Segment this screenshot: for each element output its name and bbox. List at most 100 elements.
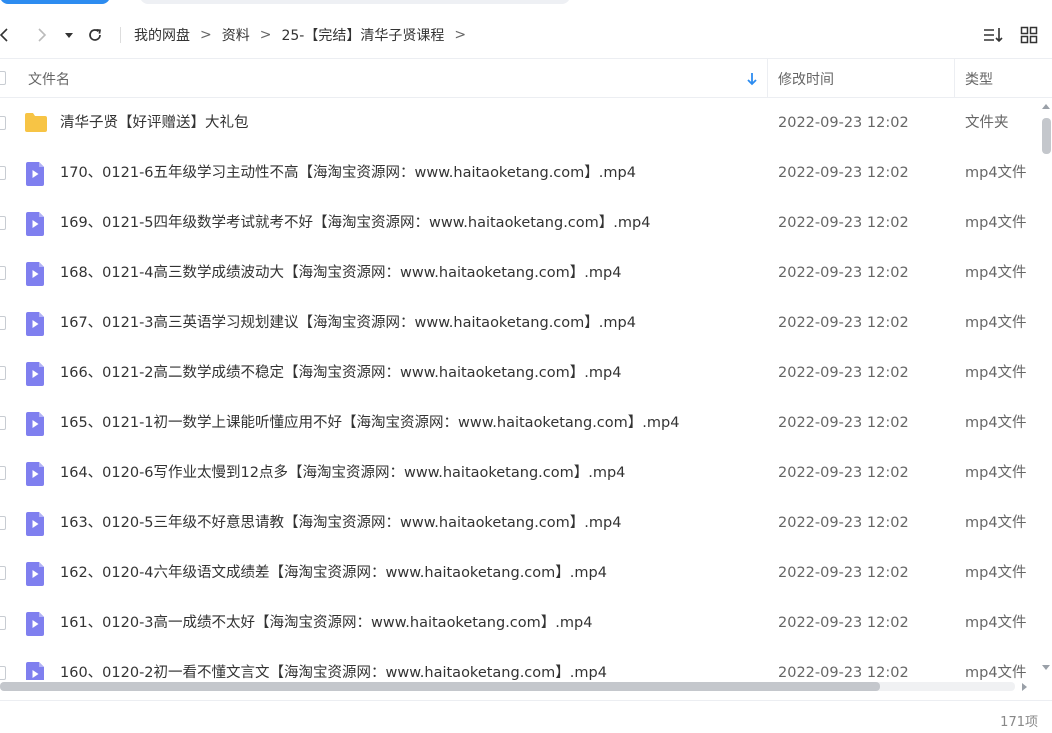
file-name[interactable]: 161、0120-3高一成绩不太好【海淘宝资源网：www.haitaoketan…	[60, 598, 592, 648]
item-count: 171项	[1000, 715, 1038, 730]
file-name[interactable]: 160、0120-2初一看不懂文言文【海淘宝资源网：www.haitaoketa…	[60, 648, 607, 680]
active-tab-indicator[interactable]	[0, 0, 110, 4]
video-file-icon	[24, 262, 46, 286]
column-header-name[interactable]: 文件名	[28, 59, 70, 98]
row-checkbox[interactable]	[0, 566, 6, 580]
file-name[interactable]: 163、0120-5三年级不好意思请教【海淘宝资源网：www.haitaoket…	[60, 498, 621, 548]
file-list-header: 文件名 修改时间 类型	[0, 58, 1052, 98]
row-checkbox[interactable]	[0, 616, 6, 630]
file-row[interactable]: 166、0121-2高二数学成绩不稳定【海淘宝资源网：www.haitaoket…	[0, 348, 1040, 398]
file-name[interactable]: 162、0120-4六年级语文成绩差【海淘宝资源网：www.haitaoketa…	[60, 548, 607, 598]
file-row[interactable]: 165、0121-1初一数学上课能听懂应用不好【海淘宝资源网：www.haita…	[0, 398, 1040, 448]
top-strip	[0, 0, 1052, 6]
column-header-type[interactable]: 类型	[965, 59, 993, 98]
breadcrumb-separator: >	[454, 27, 467, 43]
file-modified-date: 2022-09-23 12:02	[778, 515, 909, 531]
file-row[interactable]: 169、0121-5四年级数学考试就考不好【海淘宝资源网：www.haitaok…	[0, 198, 1040, 248]
row-checkbox[interactable]	[0, 466, 6, 480]
inactive-tab-indicator[interactable]	[140, 0, 570, 4]
file-name[interactable]: 清华子贤【好评赠送】大礼包	[60, 98, 249, 148]
column-divider[interactable]	[767, 59, 768, 98]
file-type: mp4文件	[965, 565, 1027, 581]
view-controls	[982, 24, 1040, 46]
file-row[interactable]: 160、0120-2初一看不懂文言文【海淘宝资源网：www.haitaoketa…	[0, 648, 1040, 680]
breadcrumb-item-materials[interactable]: 资料	[222, 25, 250, 45]
grid-icon	[1020, 26, 1038, 44]
file-name[interactable]: 168、0121-4高三数学成绩波动大【海淘宝资源网：www.haitaoket…	[60, 248, 621, 298]
file-type: mp4文件	[965, 415, 1027, 431]
navigation-bar: 我的网盘 > 资料 > 25-【完结】清华子贤课程 >	[0, 12, 1052, 58]
file-list: 清华子贤【好评赠送】大礼包 2022-09-23 12:02 文件夹 170、0121…	[0, 98, 1040, 680]
scroll-down-arrow-icon[interactable]	[1042, 665, 1050, 670]
file-type: mp4文件	[965, 315, 1027, 331]
sort-button[interactable]	[982, 24, 1004, 46]
file-modified-date: 2022-09-23 12:02	[778, 165, 909, 181]
video-file-icon	[24, 412, 46, 436]
scroll-right-arrow-icon[interactable]	[1022, 683, 1027, 691]
file-name[interactable]: 165、0121-1初一数学上课能听懂应用不好【海淘宝资源网：www.haita…	[60, 398, 679, 448]
back-button[interactable]	[0, 24, 16, 46]
row-checkbox[interactable]	[0, 316, 6, 330]
row-checkbox[interactable]	[0, 166, 6, 180]
breadcrumb-item-current-folder[interactable]: 25-【完结】清华子贤课程	[281, 25, 444, 45]
file-row[interactable]: 164、0120-6写作业太慢到12点多【海淘宝资源网：www.haitaoke…	[0, 448, 1040, 498]
forward-button[interactable]	[30, 24, 52, 46]
file-row[interactable]: 161、0120-3高一成绩不太好【海淘宝资源网：www.haitaoketan…	[0, 598, 1040, 648]
folder-icon	[24, 112, 47, 134]
file-row[interactable]: 170、0121-6五年级学习主动性不高【海淘宝资源网：www.haitaoke…	[0, 148, 1040, 198]
file-name[interactable]: 169、0121-5四年级数学考试就考不好【海淘宝资源网：www.haitaok…	[60, 198, 650, 248]
vertical-scroll-thumb[interactable]	[1042, 118, 1051, 154]
file-name[interactable]: 167、0121-3高三英语学习规划建议【海淘宝资源网：www.haitaoke…	[60, 298, 636, 348]
file-row[interactable]: 168、0121-4高三数学成绩波动大【海淘宝资源网：www.haitaoket…	[0, 248, 1040, 298]
breadcrumb-item-my-drive[interactable]: 我的网盘	[134, 25, 190, 45]
sort-list-icon	[984, 28, 1003, 43]
row-checkbox[interactable]	[0, 666, 6, 680]
file-type: mp4文件	[965, 365, 1027, 381]
horizontal-scrollbar[interactable]	[0, 680, 1040, 694]
file-modified-date: 2022-09-23 12:02	[778, 115, 909, 131]
file-type: mp4文件	[965, 465, 1027, 481]
breadcrumb-divider	[120, 27, 121, 43]
caret-down-icon	[65, 33, 73, 38]
row-checkbox[interactable]	[0, 116, 6, 130]
row-checkbox[interactable]	[0, 266, 6, 280]
column-divider[interactable]	[954, 59, 955, 98]
column-header-date[interactable]: 修改时间	[778, 59, 834, 98]
file-row[interactable]: 167、0121-3高三英语学习规划建议【海淘宝资源网：www.haitaoke…	[0, 298, 1040, 348]
file-modified-date: 2022-09-23 12:02	[778, 365, 909, 381]
video-file-icon	[24, 612, 46, 636]
row-checkbox[interactable]	[0, 416, 6, 430]
video-file-icon	[24, 162, 46, 186]
file-name[interactable]: 166、0121-2高二数学成绩不稳定【海淘宝资源网：www.haitaoket…	[60, 348, 621, 398]
video-file-icon	[24, 662, 46, 680]
file-row[interactable]: 清华子贤【好评赠送】大礼包 2022-09-23 12:02 文件夹	[0, 98, 1040, 148]
vertical-scrollbar[interactable]	[1040, 100, 1052, 672]
row-checkbox[interactable]	[0, 216, 6, 230]
file-type: mp4文件	[965, 265, 1027, 281]
grid-view-button[interactable]	[1018, 24, 1040, 46]
chevron-right-icon	[38, 28, 47, 42]
video-file-icon	[24, 212, 46, 236]
scroll-up-arrow-icon[interactable]	[1042, 104, 1050, 109]
file-type: mp4文件	[965, 215, 1027, 231]
file-modified-date: 2022-09-23 12:02	[778, 615, 909, 631]
row-checkbox[interactable]	[0, 516, 6, 530]
row-checkbox[interactable]	[0, 366, 6, 380]
breadcrumb-separator: >	[259, 27, 272, 43]
video-file-icon	[24, 312, 46, 336]
file-row[interactable]: 163、0120-5三年级不好意思请教【海淘宝资源网：www.haitaoket…	[0, 498, 1040, 548]
file-name[interactable]: 170、0121-6五年级学习主动性不高【海淘宝资源网：www.haitaoke…	[60, 148, 636, 198]
file-type: mp4文件	[965, 515, 1027, 531]
breadcrumb: 我的网盘 > 资料 > 25-【完结】清华子贤课程 >	[120, 24, 476, 46]
refresh-button[interactable]	[84, 24, 106, 46]
select-all-checkbox[interactable]	[0, 71, 6, 85]
file-row[interactable]: 162、0120-4六年级语文成绩差【海淘宝资源网：www.haitaoketa…	[0, 548, 1040, 598]
video-file-icon	[24, 512, 46, 536]
arrow-down-icon	[747, 72, 757, 85]
file-name[interactable]: 164、0120-6写作业太慢到12点多【海淘宝资源网：www.haitaoke…	[60, 448, 625, 498]
history-dropdown-button[interactable]	[58, 24, 80, 46]
file-type: mp4文件	[965, 665, 1027, 680]
file-modified-date: 2022-09-23 12:02	[778, 465, 909, 481]
sort-direction-indicator[interactable]	[746, 59, 758, 98]
horizontal-scroll-thumb[interactable]	[0, 682, 880, 691]
